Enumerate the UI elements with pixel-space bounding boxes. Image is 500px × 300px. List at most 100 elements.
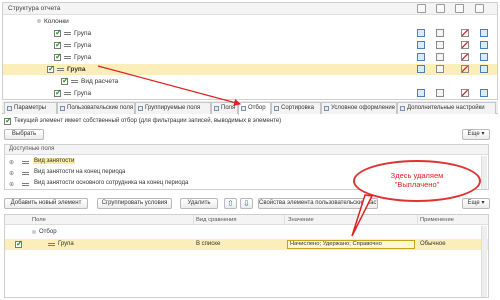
column-header-value: Значение [288, 217, 314, 223]
table-row-filter-root[interactable]: Отбор [5, 227, 488, 238]
own-filter-checkbox[interactable]: ✓ [4, 116, 12, 125]
expand-icon[interactable]: ⊕ [9, 159, 14, 166]
tree-row-label: Група [74, 90, 92, 97]
column-divider [417, 215, 418, 225]
list-icon[interactable] [417, 41, 425, 49]
tree-row[interactable]: ✓ Вид расчета [3, 76, 497, 87]
move-up-button[interactable]: ⇧ [224, 198, 237, 209]
list-icon[interactable] [417, 29, 425, 37]
tab-sorting[interactable]: Сортировка [271, 102, 321, 114]
tab-user-fields[interactable]: Пользовательские поля [57, 102, 135, 114]
list-icon[interactable] [417, 65, 425, 73]
row-checkbox[interactable]: ✓ [47, 64, 55, 73]
tab-label: Пользовательские поля [67, 105, 134, 111]
row-checkbox[interactable]: ✓ [54, 88, 62, 97]
field-icon [22, 183, 29, 186]
row-checkbox[interactable]: ✓ [54, 28, 62, 37]
grouping-icon [64, 44, 71, 47]
arrow-up-icon: ⇧ [227, 199, 234, 208]
field-cell: Отбор [39, 229, 57, 235]
move-down-button[interactable]: ⇩ [240, 198, 253, 209]
row-checkbox[interactable]: ✓ [54, 40, 62, 49]
tab-additional-settings[interactable]: Дополнительные настройки [397, 102, 496, 114]
table-icon[interactable] [480, 89, 488, 97]
sort-icon [274, 106, 279, 111]
tree-row-columns[interactable]: Колонки [3, 16, 497, 27]
annotation-text: Здесь удаляем "Выплачено" [355, 171, 479, 189]
grouping-icon [48, 243, 55, 246]
table-icon[interactable] [480, 41, 488, 49]
toolbar-more-button[interactable]: Еще ▾ [462, 198, 490, 209]
pencil-icon[interactable] [461, 65, 469, 73]
list-icon[interactable] [417, 4, 426, 13]
tab-fields[interactable]: Поля [211, 102, 238, 114]
application-cell[interactable]: Обычное [420, 241, 446, 247]
fields-icon[interactable] [436, 29, 444, 37]
table-icon[interactable] [480, 65, 488, 73]
tab-conditional-formatting[interactable]: Условное оформление [321, 102, 397, 114]
pencil-icon[interactable] [461, 53, 469, 61]
tab-label: Поля [221, 105, 236, 111]
table-icon[interactable] [480, 53, 488, 61]
group-conditions-button[interactable]: Сгруппировать условия [97, 198, 172, 209]
grouping-icon [57, 68, 64, 71]
available-fields-title: Доступные поля [9, 146, 55, 152]
tree-row-label: Колонки [44, 18, 69, 25]
value-cell[interactable]: Начислено; Удержано; Справочно [287, 240, 415, 249]
pencil-icon[interactable] [461, 41, 469, 49]
tab-grouped-fields[interactable]: Группируемые поля [135, 102, 211, 114]
tree-row-selected[interactable]: ✓ Група [3, 64, 497, 75]
fields-icon[interactable] [436, 89, 444, 97]
table-icon[interactable] [475, 4, 484, 13]
expand-icon[interactable]: ⊕ [9, 181, 14, 188]
table-row[interactable]: ✓ Група В списке Начислено; Удержано; Сп… [5, 239, 488, 250]
tab-filter[interactable]: Отбор [238, 102, 271, 115]
tree-row-label: Вид расчета [81, 78, 119, 85]
fields-icon [214, 106, 219, 111]
tab-label: Отбор [248, 105, 266, 111]
fields-icon[interactable] [436, 65, 444, 73]
comparison-cell[interactable]: В списке [196, 241, 220, 247]
tab-label: Группируемые поля [145, 105, 201, 111]
row-checkbox[interactable]: ✓ [61, 76, 69, 85]
column-header-field: Поле [32, 217, 46, 223]
available-fields-header: Доступные поля [5, 145, 488, 155]
tree-row[interactable]: ✓ Група [3, 28, 497, 39]
vertical-scrollbar[interactable] [481, 226, 487, 297]
condition-checkbox[interactable]: ✓ [15, 239, 23, 248]
fields-icon[interactable] [436, 41, 444, 49]
pencil-icon[interactable] [461, 89, 469, 97]
available-field-label: Вид занятости основного сотрудника на ко… [34, 180, 189, 186]
filter-icon [241, 106, 246, 111]
column-divider [284, 215, 285, 225]
select-button[interactable]: Выбрать [4, 129, 44, 140]
more-button[interactable]: Еще ▾ [462, 129, 490, 140]
list-icon[interactable] [417, 89, 425, 97]
add-new-element-button[interactable]: Добавить новый элемент [4, 198, 88, 209]
formatting-icon [324, 106, 329, 111]
report-structure-header: Структура отчета [3, 3, 497, 15]
vertical-scrollbar[interactable] [481, 156, 487, 189]
pencil-icon[interactable] [461, 29, 469, 37]
tree-row-label: Група [74, 30, 92, 37]
fields-icon[interactable] [436, 53, 444, 61]
annotation-line: "Выплачено" [394, 180, 440, 189]
tab-label: Дополнительные настройки [407, 105, 485, 111]
table-icon[interactable] [480, 29, 488, 37]
tree-row[interactable]: ✓ Група [3, 40, 497, 51]
additional-settings-icon [400, 106, 405, 111]
settings-icon[interactable] [455, 4, 464, 13]
document-icon[interactable] [436, 4, 445, 13]
list-icon[interactable] [417, 53, 425, 61]
element-properties-button[interactable]: Свойства элемента пользовательских настр… [258, 198, 378, 209]
delete-button[interactable]: Удалить [180, 198, 218, 209]
tree-row[interactable]: ✓ Група [3, 52, 497, 63]
grouping-icon [64, 92, 71, 95]
tab-parameters[interactable]: Параметры [4, 102, 57, 114]
expand-icon[interactable]: ⊕ [9, 170, 14, 177]
user-fields-icon [60, 106, 65, 111]
tree-row-label: Група [74, 42, 92, 49]
tab-label: Сортировка [281, 105, 314, 111]
tree-row[interactable]: ✓ Група [3, 88, 497, 99]
row-checkbox[interactable]: ✓ [54, 52, 62, 61]
